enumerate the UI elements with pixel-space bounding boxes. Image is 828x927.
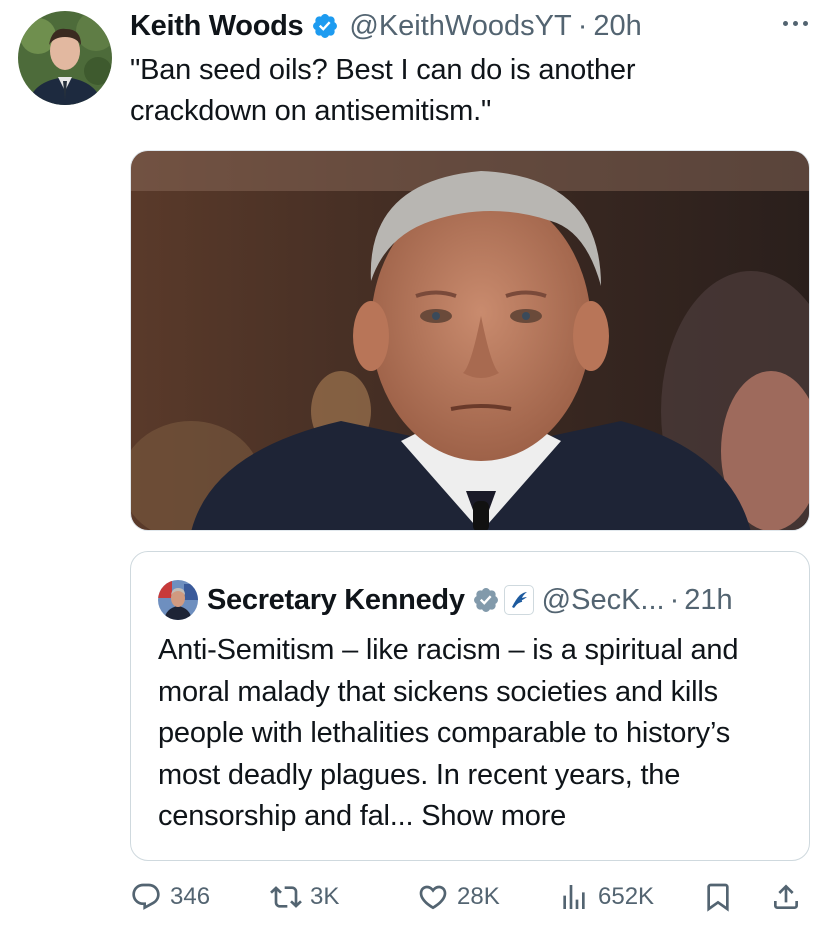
repost-button[interactable]: 3K	[270, 872, 339, 922]
views-chart-icon	[563, 885, 585, 909]
repost-icon	[270, 886, 302, 908]
author-avatar[interactable]	[18, 11, 112, 105]
reply-count: 346	[170, 883, 211, 910]
separator-dot: ·	[577, 9, 588, 42]
like-button[interactable]: 28K	[417, 872, 500, 922]
tweet-text: "Ban seed oils? Best I can do is another…	[130, 54, 636, 127]
reply-icon	[132, 883, 160, 910]
hhs-eagle-icon[interactable]	[503, 585, 534, 615]
heart-icon	[419, 885, 447, 910]
quote-header: Secretary Kennedy @SecK... · 21h	[207, 578, 733, 622]
verified-badge-icon	[313, 14, 338, 38]
action-bar: 346 3K 28K 652K	[130, 872, 810, 922]
share-button[interactable]	[770, 872, 802, 922]
share-icon	[774, 884, 798, 909]
separator-dot: ·	[669, 583, 680, 616]
views-button[interactable]: 652K	[558, 872, 654, 922]
like-count: 28K	[457, 883, 500, 910]
quote-author-handle[interactable]: @SecK...	[542, 584, 665, 617]
bookmark-button[interactable]	[702, 872, 734, 922]
author-handle[interactable]: @KeithWoodsYT	[349, 10, 571, 43]
quote-author-name[interactable]: Secretary Kennedy	[207, 584, 465, 617]
tweet-header: Keith Woods @KeithWoodsYT · 20h	[130, 6, 642, 46]
quote-timestamp[interactable]: 21h	[684, 584, 732, 617]
show-more-link[interactable]: Show more	[421, 800, 566, 832]
author-name[interactable]: Keith Woods	[130, 10, 304, 43]
verified-badge-icon	[473, 588, 498, 612]
reply-button[interactable]: 346	[130, 872, 210, 922]
tweet-photo[interactable]	[130, 150, 810, 531]
quoted-tweet[interactable]: Secretary Kennedy @SecK... · 21h Anti-Se…	[130, 551, 810, 861]
views-count: 652K	[598, 883, 655, 910]
quote-text: Anti-Semitism – like racism – is a spiri…	[158, 630, 788, 838]
quote-author-avatar[interactable]	[158, 580, 198, 620]
repost-count: 3K	[310, 883, 340, 910]
tweet-timestamp[interactable]: 20h	[593, 10, 641, 43]
more-dots-icon[interactable]	[775, 12, 815, 34]
bookmark-icon	[707, 883, 729, 912]
